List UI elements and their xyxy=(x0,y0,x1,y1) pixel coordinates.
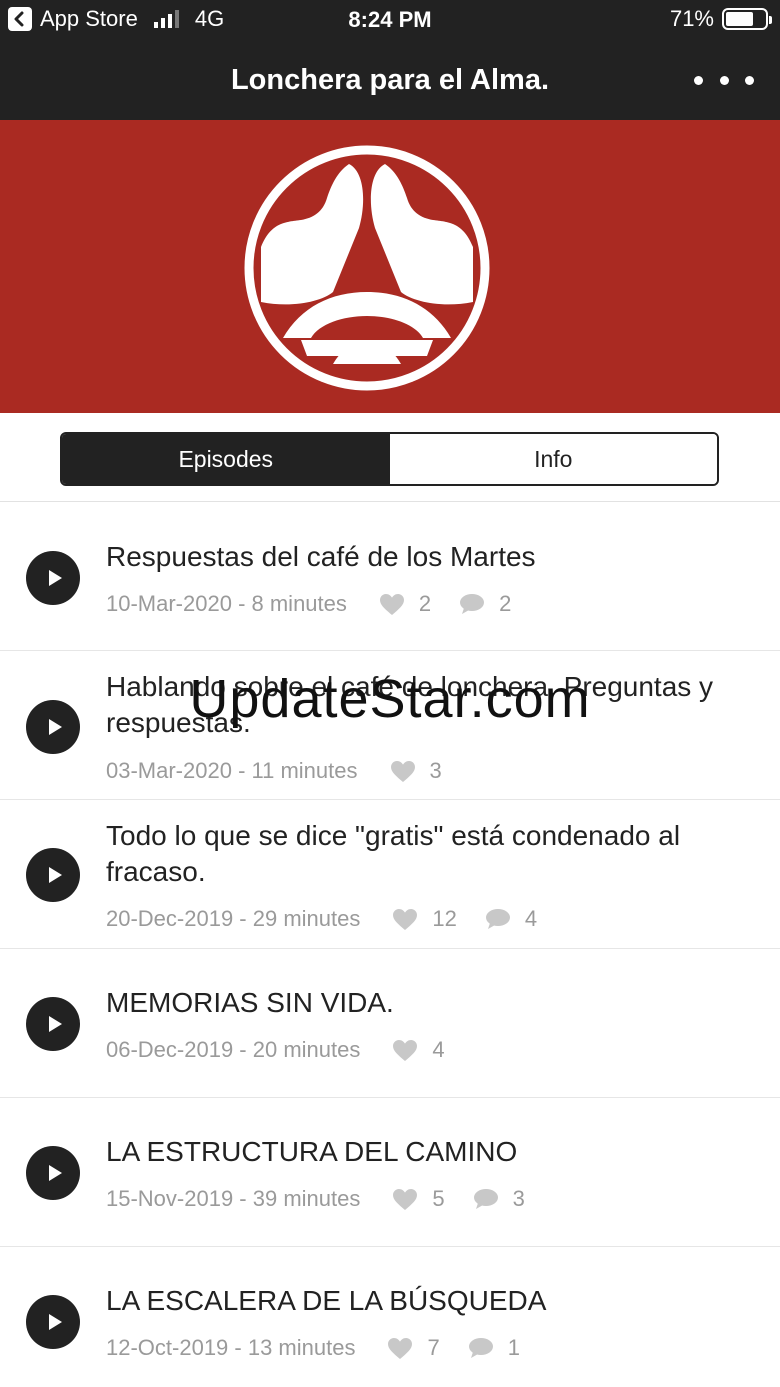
nav-bar: Lonchera para el Alma. xyxy=(0,40,780,120)
play-icon[interactable] xyxy=(26,1146,80,1200)
comment-count: 4 xyxy=(524,906,538,931)
play-icon[interactable] xyxy=(26,997,80,1051)
comment-icon xyxy=(485,909,510,929)
segmented-control: Episodes Info xyxy=(60,432,719,486)
episode-date-duration: 20-Dec-2019 - 29 minutes xyxy=(106,906,361,931)
episode-meta: 20-Dec-2019 - 29 minutes 12 4 xyxy=(106,906,537,932)
comment-stat[interactable]: 3 xyxy=(473,1186,525,1212)
heart-icon xyxy=(393,908,418,930)
episode-date-duration: 03-Mar-2020 - 11 minutes xyxy=(106,758,358,783)
page-title: Lonchera para el Alma. xyxy=(230,64,550,96)
comment-icon xyxy=(460,594,485,614)
status-bar: App Store 4G 8:24 PM 71% xyxy=(0,0,780,40)
episode-title: MEMORIAS SIN VIDA. xyxy=(106,987,394,1018)
comment-icon xyxy=(473,1189,498,1209)
episode-item[interactable]: Respuestas del café de los Martes 10-Mar… xyxy=(0,503,780,651)
like-count: 12 xyxy=(432,906,457,931)
podcast-artwork-banner xyxy=(0,120,780,413)
episode-date-duration: 10-Mar-2020 - 8 minutes xyxy=(106,591,347,616)
like-count: 3 xyxy=(429,758,442,783)
episode-date-duration: 06-Dec-2019 - 20 minutes xyxy=(106,1037,361,1062)
comment-stat[interactable]: 2 xyxy=(459,591,511,617)
episode-item[interactable]: MEMORIAS SIN VIDA. 06-Dec-2019 - 20 minu… xyxy=(0,950,780,1098)
episode-title: Todo lo que se dice "gratis" está conden… xyxy=(106,820,681,887)
like-stat[interactable]: 7 xyxy=(387,1335,440,1361)
comment-stat[interactable]: 1 xyxy=(468,1335,520,1361)
episode-item[interactable]: Hablando sobre el café de lonchera. Preg… xyxy=(0,652,780,800)
like-stat[interactable]: 3 xyxy=(390,758,442,784)
like-stat[interactable]: 12 xyxy=(392,906,457,932)
tab-episodes[interactable]: Episodes xyxy=(62,434,390,484)
like-stat[interactable]: 4 xyxy=(392,1037,445,1063)
episode-meta: 06-Dec-2019 - 20 minutes 4 xyxy=(106,1037,445,1063)
play-icon[interactable] xyxy=(26,1295,80,1349)
comment-count: 1 xyxy=(507,1335,520,1360)
episode-item[interactable]: Todo lo que se dice "gratis" está conden… xyxy=(0,801,780,949)
episode-title: Hablando sobre el café de lonchera. Preg… xyxy=(106,671,714,738)
comment-icon xyxy=(468,1338,493,1358)
episode-meta: 15-Nov-2019 - 39 minutes 5 3 xyxy=(106,1186,525,1212)
comment-count: 3 xyxy=(512,1186,525,1211)
status-right: 71% xyxy=(669,6,772,32)
like-count: 7 xyxy=(427,1335,440,1360)
tab-bar: Episodes Info xyxy=(0,413,780,502)
episode-title: LA ESCALERA DE LA BÚSQUEDA xyxy=(106,1285,547,1316)
play-icon[interactable] xyxy=(26,848,80,902)
episode-date-duration: 15-Nov-2019 - 39 minutes xyxy=(106,1186,361,1211)
episode-item[interactable]: LA ESTRUCTURA DEL CAMINO 15-Nov-2019 - 3… xyxy=(0,1099,780,1247)
episode-meta: 03-Mar-2020 - 11 minutes 3 xyxy=(106,758,442,784)
heart-icon xyxy=(388,1337,413,1359)
episode-title: LA ESTRUCTURA DEL CAMINO xyxy=(106,1136,518,1167)
play-icon[interactable] xyxy=(26,700,80,754)
battery-icon xyxy=(722,8,772,30)
like-stat[interactable]: 2 xyxy=(379,591,431,617)
heart-icon xyxy=(393,1039,418,1061)
battery-percent: 71% xyxy=(669,6,714,31)
heart-icon xyxy=(390,760,415,782)
like-stat[interactable]: 5 xyxy=(392,1186,445,1212)
tab-info[interactable]: Info xyxy=(389,434,717,484)
like-count: 2 xyxy=(418,591,432,616)
episode-meta: 12-Oct-2019 - 13 minutes 7 1 xyxy=(106,1335,520,1361)
more-icon[interactable] xyxy=(694,64,754,96)
comment-stat[interactable]: 4 xyxy=(485,906,537,932)
like-count: 5 xyxy=(432,1186,445,1211)
like-count: 4 xyxy=(432,1037,445,1062)
status-time: 8:24 PM xyxy=(348,7,432,32)
heart-icon xyxy=(379,593,404,615)
podcast-logo xyxy=(244,145,490,391)
comment-count: 2 xyxy=(499,591,512,616)
episode-date-duration: 12-Oct-2019 - 13 minutes xyxy=(106,1335,356,1360)
episode-item[interactable]: LA ESCALERA DE LA BÚSQUEDA 12-Oct-2019 -… xyxy=(0,1248,780,1387)
episode-meta: 10-Mar-2020 - 8 minutes 2 2 xyxy=(106,591,511,617)
play-icon[interactable] xyxy=(26,551,80,605)
heart-icon xyxy=(393,1188,418,1210)
episode-title: Respuestas del café de los Martes xyxy=(106,541,536,572)
